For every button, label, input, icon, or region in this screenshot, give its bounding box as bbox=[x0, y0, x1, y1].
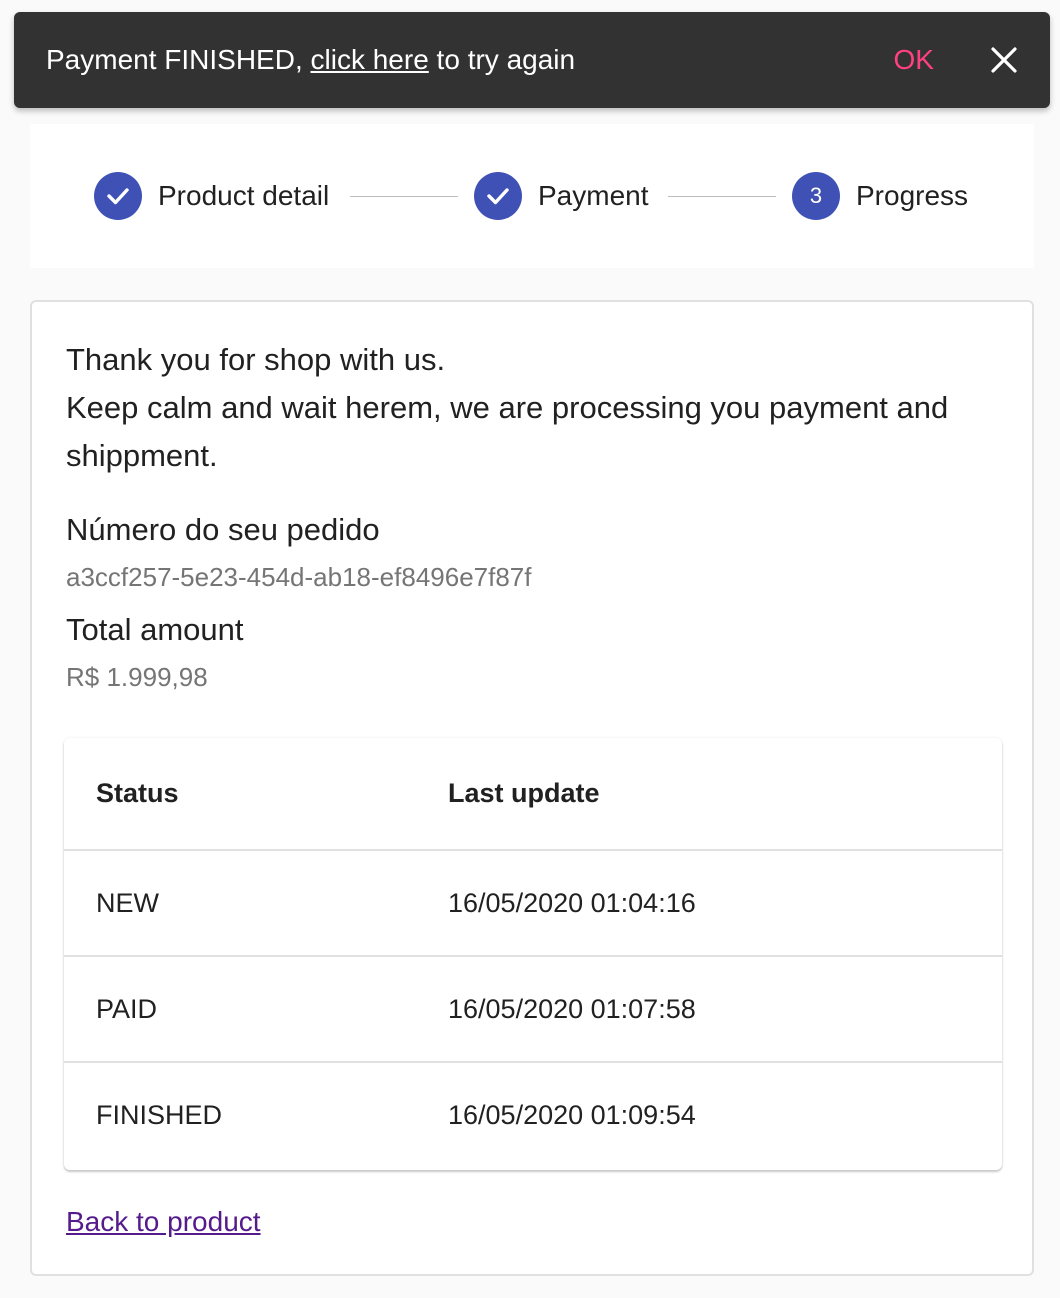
intro-line-1: Thank you for shop with us. bbox=[66, 342, 446, 377]
snackbar-ok-button[interactable]: OK bbox=[894, 44, 934, 76]
last-update-cell: 16/05/2020 01:09:54 bbox=[448, 1100, 696, 1130]
try-again-link[interactable]: click here bbox=[311, 44, 429, 75]
step-label: Progress bbox=[856, 180, 969, 211]
check-icon bbox=[474, 172, 522, 220]
step-label: Payment bbox=[538, 180, 649, 211]
check-icon bbox=[94, 172, 142, 220]
snackbar-message-prefix: Payment FINISHED, bbox=[46, 44, 311, 75]
status-cell: FINISHED bbox=[96, 1100, 223, 1130]
last-update-cell: 16/05/2020 01:07:58 bbox=[416, 956, 1002, 1063]
step-connector bbox=[668, 196, 776, 197]
order-number-label: Número do seu pedido bbox=[66, 512, 380, 547]
step-payment: Payment bbox=[474, 172, 649, 220]
order-number-value: a3ccf257-5e23-454d-ab18-ef8496e7f87f bbox=[66, 562, 532, 592]
step-number: 3 bbox=[792, 172, 840, 220]
column-header-last-update: Last update bbox=[416, 738, 1002, 851]
step-progress: 3 Progress bbox=[792, 172, 968, 220]
order-card: Thank you for shop with us. Keep calm an… bbox=[30, 300, 1034, 1276]
snackbar: Payment FINISHED, click here to try agai… bbox=[14, 12, 1050, 108]
stepper: Product detail Payment 3 Progress bbox=[30, 124, 1034, 268]
step-label: Product detail bbox=[158, 180, 330, 211]
step-product-detail: Product detail bbox=[94, 172, 329, 220]
intro-line-2: Keep calm and wait herem, we are process… bbox=[66, 390, 949, 473]
table-row: FINISHED 16/05/2020 01:09:54 bbox=[64, 1062, 1002, 1168]
close-icon[interactable] bbox=[990, 46, 1018, 74]
column-header-status: Status bbox=[64, 738, 416, 851]
snackbar-message-suffix: to try again bbox=[428, 44, 576, 75]
status-cell: NEW bbox=[64, 850, 416, 957]
step-connector bbox=[350, 196, 458, 197]
total-amount-value: R$ 1.999,98 bbox=[66, 662, 208, 692]
status-cell: PAID bbox=[64, 956, 416, 1063]
table-header-row: Status Last update bbox=[64, 738, 1002, 851]
table-row: NEW 16/05/2020 01:04:16 bbox=[64, 850, 1002, 957]
table-row: PAID 16/05/2020 01:07:58 bbox=[64, 956, 1002, 1063]
total-amount-label: Total amount bbox=[66, 612, 244, 647]
snackbar-message: Payment FINISHED, click here to try agai… bbox=[46, 44, 894, 76]
status-table: Status Last update NEW 16/05/2020 01:04:… bbox=[64, 738, 1002, 1170]
last-update-cell: 16/05/2020 01:04:16 bbox=[416, 850, 1002, 957]
intro-text: Thank you for shop with us. Keep calm an… bbox=[66, 336, 1006, 480]
back-to-product-link[interactable]: Back to product bbox=[66, 1206, 261, 1238]
